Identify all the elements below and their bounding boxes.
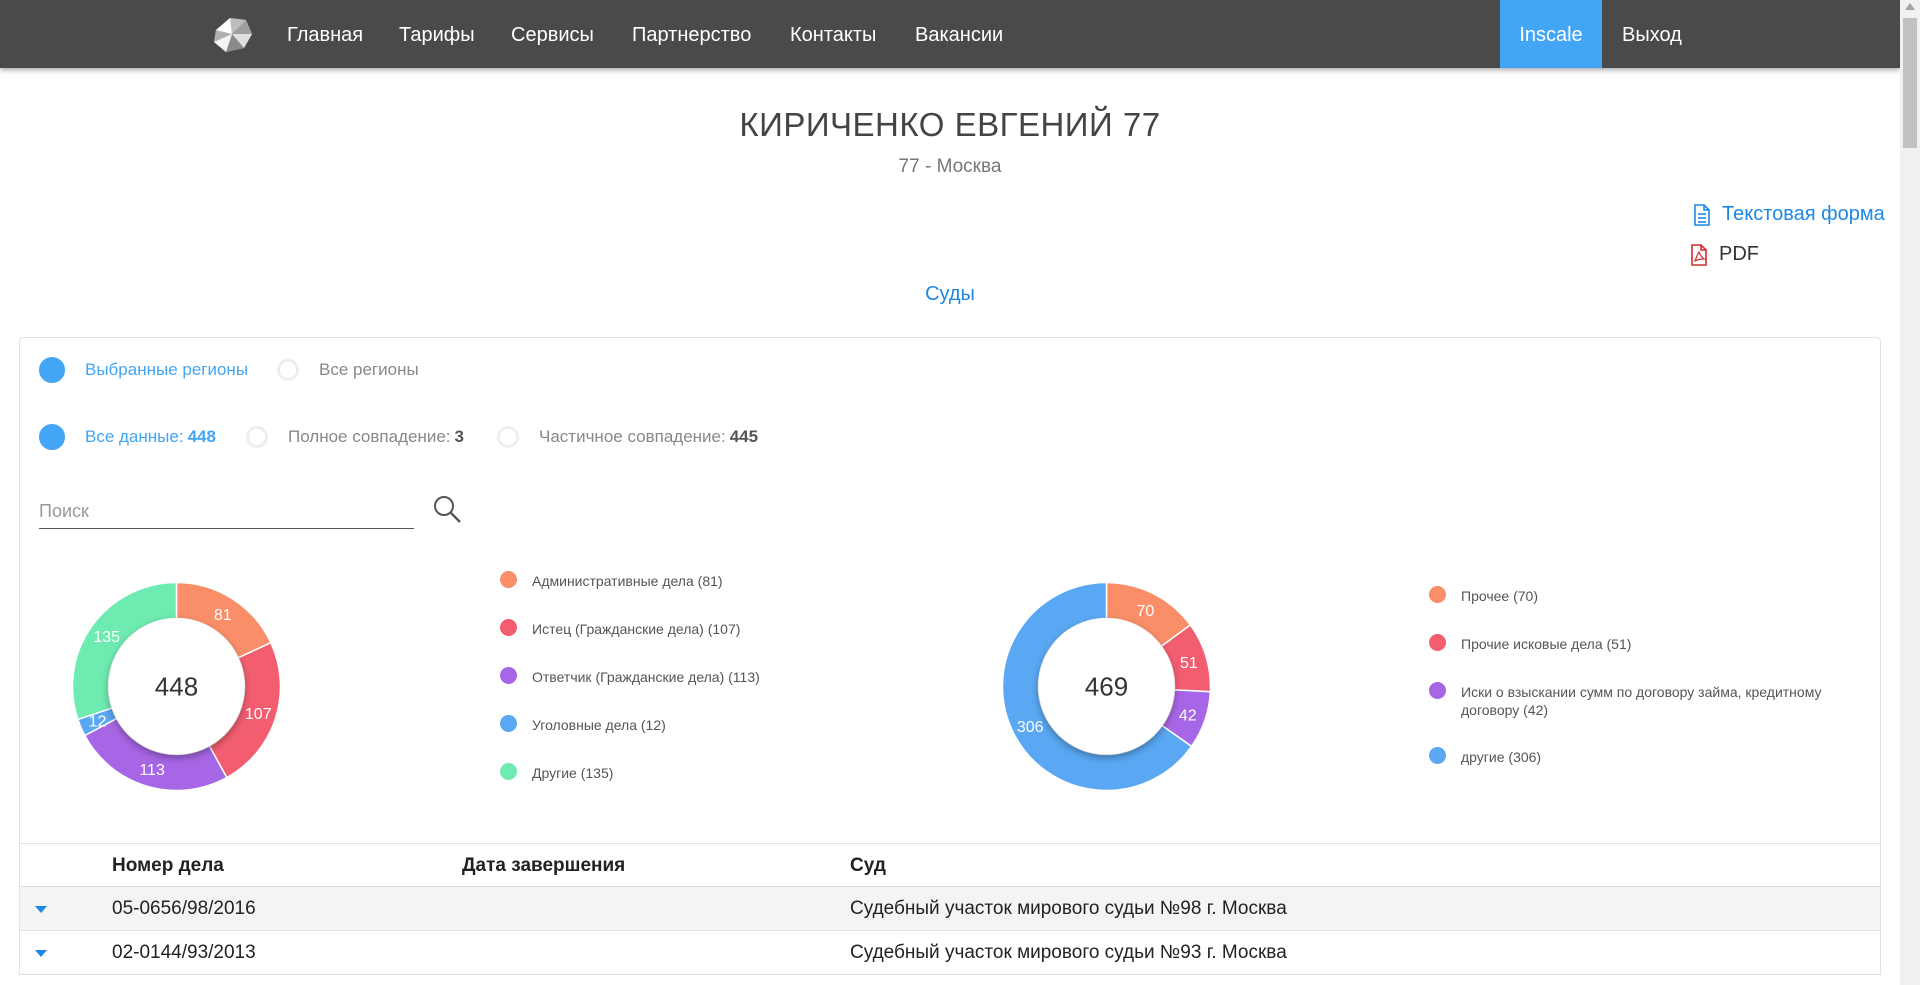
- donut-total: 448: [155, 672, 198, 702]
- search-icon[interactable]: [432, 494, 462, 524]
- radio-partial-match[interactable]: Частичное совпадение: 445: [497, 426, 758, 448]
- nav-services[interactable]: Сервисы: [511, 0, 594, 68]
- search-box: [39, 496, 414, 529]
- pdf-icon: [1691, 243, 1707, 266]
- legend-label: Истец (Гражданские дела) (107): [532, 621, 741, 637]
- nav-inscale[interactable]: Inscale: [1500, 0, 1602, 68]
- slice-label: 12: [89, 714, 107, 731]
- legend-label: Прочие исковые дела (51): [1461, 636, 1632, 652]
- legend-item[interactable]: Прочее (70): [1429, 586, 1859, 605]
- legend-dot: [500, 763, 517, 780]
- legend-item[interactable]: Ответчик (Гражданские дела) (113): [500, 667, 920, 686]
- pdf-link[interactable]: PDF: [1689, 243, 1759, 266]
- all-data-count: 448: [187, 427, 216, 446]
- legend-label: Административные дела (81): [532, 573, 723, 589]
- legend-dot: [1429, 586, 1446, 603]
- legend-dot: [1429, 747, 1446, 764]
- top-navbar: Главная Тарифы Сервисы Партнерство Конта…: [0, 0, 1900, 68]
- page-title: КИРИЧЕНКО ЕВГЕНИЙ 77: [739, 106, 1161, 143]
- legend-label: Уголовные дела (12): [532, 717, 666, 733]
- text-form-link[interactable]: Текстовая форма: [1692, 203, 1885, 226]
- radio-all-data-dot[interactable]: [39, 424, 65, 450]
- radio-all-regions-dot[interactable]: [277, 359, 299, 381]
- legend-item[interactable]: Истец (Гражданские дела) (107): [500, 619, 920, 638]
- legend-item[interactable]: Административные дела (81): [500, 571, 920, 590]
- header-completion-date[interactable]: Дата завершения: [462, 844, 625, 888]
- document-icon: [1694, 203, 1710, 226]
- row-case-number: 05-0656/98/2016: [112, 898, 256, 919]
- legend-dot: [500, 571, 517, 588]
- header-case-number[interactable]: Номер дела: [112, 844, 224, 888]
- legend-dot: [500, 619, 517, 636]
- search-input[interactable]: [39, 496, 409, 526]
- expand-caret-icon[interactable]: [35, 906, 47, 913]
- text-form-label[interactable]: Текстовая форма: [1722, 203, 1885, 226]
- legend-dot: [500, 715, 517, 732]
- pdf-label[interactable]: PDF: [1719, 243, 1759, 266]
- radio-full-match-label[interactable]: Полное совпадение:: [288, 427, 451, 447]
- legend-dot: [500, 667, 517, 684]
- row-case-number: 02-0144/93/2013: [112, 942, 256, 963]
- partial-match-count: 445: [729, 427, 759, 446]
- radio-all-regions[interactable]: Все регионы: [277, 359, 419, 381]
- page-subtitle: 77 - Москва: [898, 156, 1002, 177]
- legend-label: Ответчик (Гражданские дела) (113): [532, 669, 760, 685]
- nav-partnership[interactable]: Партнерство: [632, 0, 751, 68]
- nav-logout[interactable]: Выход: [1622, 0, 1682, 68]
- donut-chart-cases: 81 107 113 12 135 448: [71, 581, 282, 792]
- radio-all-data-label[interactable]: Все данные:: [85, 427, 184, 447]
- radio-all-regions-label[interactable]: Все регионы: [319, 360, 419, 380]
- cases-table: Номер дела Дата завершения Суд 05-0656/9…: [19, 843, 1881, 975]
- slice-label: 70: [1136, 603, 1154, 620]
- radio-selected-regions-dot[interactable]: [39, 357, 65, 383]
- legend-item[interactable]: Другие (135): [500, 763, 920, 782]
- slice-label: 113: [139, 762, 165, 779]
- donut-chart-categories: 70 51 42 306 469: [1001, 581, 1212, 792]
- row-court: Судебный участок мирового судьи №98 г. М…: [850, 898, 1287, 919]
- nav-tariffs[interactable]: Тарифы: [399, 0, 475, 68]
- tab-courts[interactable]: Суды: [0, 283, 1900, 306]
- slice-label: 81: [214, 607, 232, 624]
- radio-partial-match-dot[interactable]: [497, 426, 519, 448]
- table-row[interactable]: 02-0144/93/2013 Судебный участок мировог…: [20, 931, 1880, 975]
- row-court: Судебный участок мирового судьи №93 г. М…: [850, 942, 1287, 963]
- radio-full-match[interactable]: Полное совпадение: 3: [246, 426, 464, 448]
- radio-selected-regions-label[interactable]: Выбранные регионы: [85, 360, 248, 380]
- legend-item[interactable]: Иски о взыскании сумм по договору займа,…: [1429, 682, 1859, 719]
- slice-label: 51: [1180, 655, 1198, 672]
- full-match-count: 3: [454, 427, 464, 446]
- radio-partial-match-label[interactable]: Частичное совпадение:: [539, 427, 726, 447]
- donut-total: 469: [1085, 672, 1128, 702]
- slice-label: 107: [245, 706, 272, 723]
- scrollbar-thumb[interactable]: [1903, 18, 1917, 148]
- slice-label: 42: [1179, 707, 1197, 724]
- nav-vacancies[interactable]: Вакансии: [915, 0, 1003, 68]
- nav-home[interactable]: Главная: [287, 0, 363, 68]
- logo-icon[interactable]: [210, 14, 254, 54]
- legend-item[interactable]: Уголовные дела (12): [500, 715, 920, 734]
- legend-dot: [1429, 682, 1446, 699]
- radio-selected-regions[interactable]: Выбранные регионы: [39, 357, 248, 383]
- scroll-up-icon[interactable]: [1905, 3, 1915, 10]
- expand-caret-icon[interactable]: [35, 950, 47, 957]
- table-header: Номер дела Дата завершения Суд: [20, 844, 1880, 887]
- legend-item[interactable]: Прочие исковые дела (51): [1429, 634, 1859, 653]
- scrollbar[interactable]: [1900, 0, 1920, 985]
- legend-label: Другие (135): [532, 765, 614, 781]
- slice-label: 135: [93, 629, 120, 646]
- legend-item[interactable]: другие (306): [1429, 747, 1859, 766]
- legend-dot: [1429, 634, 1446, 651]
- radio-full-match-dot[interactable]: [246, 426, 268, 448]
- nav-contacts[interactable]: Контакты: [790, 0, 876, 68]
- table-row[interactable]: 05-0656/98/2016 Судебный участок мировог…: [20, 887, 1880, 931]
- legend-label: другие (306): [1461, 749, 1542, 765]
- legend-label: Иски о взыскании сумм по договору займа,…: [1461, 684, 1822, 718]
- radio-all-data[interactable]: Все данные: 448: [39, 424, 216, 450]
- slice-label: 306: [1017, 719, 1044, 736]
- legend-label: Прочее (70): [1461, 588, 1538, 604]
- header-court[interactable]: Суд: [850, 844, 886, 888]
